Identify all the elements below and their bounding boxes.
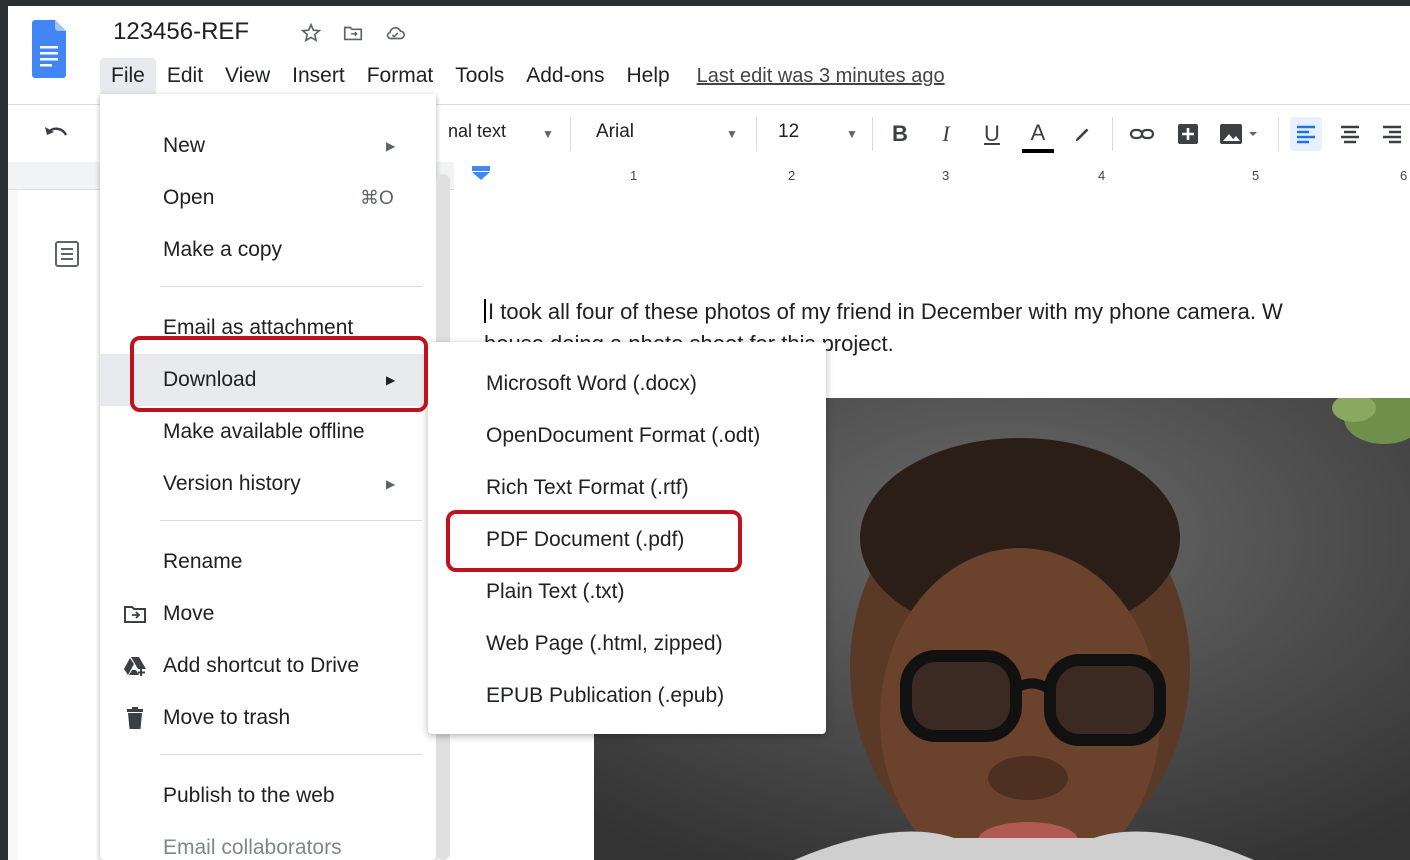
menu-view[interactable]: View [214, 58, 281, 94]
menu-addons[interactable]: Add-ons [515, 58, 615, 94]
cloud-status-icon[interactable] [384, 22, 406, 44]
menu-item-email-collaborators-label: Email collaborators [163, 836, 342, 859]
caret-down-icon: ▼ [726, 127, 738, 141]
download-html[interactable]: Web Page (.html, zipped) [428, 618, 826, 670]
toolbar-divider [1112, 117, 1113, 151]
toolbar-divider [872, 117, 873, 151]
menu-file[interactable]: File [100, 58, 156, 94]
menu-format[interactable]: Format [356, 58, 445, 94]
submenu-arrow-icon: ▶ [386, 477, 396, 491]
move-folder-icon [123, 602, 147, 626]
italic-button[interactable]: I [930, 117, 962, 151]
align-left-icon[interactable] [1290, 117, 1322, 151]
underline-button[interactable]: U [976, 117, 1008, 151]
insert-comment-icon[interactable] [1172, 117, 1204, 151]
menu-item-trash[interactable]: Move to trash [100, 694, 436, 742]
insert-image-icon[interactable] [1216, 117, 1266, 151]
bold-button[interactable]: B [884, 117, 916, 151]
font-family-select[interactable]: Arial [596, 121, 634, 143]
highlight-pen-icon[interactable] [1066, 117, 1098, 151]
text-cursor [484, 299, 486, 323]
menu-item-version-history[interactable]: Version history ▶ [100, 460, 436, 508]
download-docx[interactable]: Microsoft Word (.docx) [428, 358, 826, 410]
ruler-number: 6 [1400, 168, 1408, 183]
menu-divider [160, 520, 422, 521]
menu-bar: File Edit View Insert Format Tools Add-o… [100, 58, 945, 94]
document-title[interactable]: 123456-REF [113, 18, 249, 46]
trash-icon [123, 706, 147, 730]
menu-item-trash-label: Move to trash [163, 706, 291, 729]
open-shortcut: ⌘O [360, 187, 394, 209]
download-rtf[interactable]: Rich Text Format (.rtf) [428, 462, 826, 514]
pdf-highlight-box [446, 510, 742, 572]
file-menu: New ▶ Open ⌘O Make a copy Email as attac… [100, 94, 450, 860]
document-outline-icon[interactable] [54, 240, 80, 268]
download-rtf-label: Rich Text Format (.rtf) [486, 476, 689, 499]
menu-item-publish-label: Publish to the web [163, 784, 335, 807]
menu-edit[interactable]: Edit [156, 58, 214, 94]
star-icon[interactable] [300, 22, 322, 44]
ruler-number: 2 [788, 168, 796, 183]
align-center-icon[interactable] [1334, 117, 1366, 151]
menu-item-new[interactable]: New ▶ [100, 122, 436, 170]
menu-divider [160, 754, 422, 755]
left-gutter [8, 190, 18, 860]
menu-item-add-shortcut[interactable]: Add shortcut to Drive [100, 642, 436, 690]
ruler-page-area [454, 162, 1410, 190]
menu-item-make-copy[interactable]: Make a copy [100, 226, 436, 274]
ruler-number: 1 [630, 168, 638, 183]
menu-help[interactable]: Help [615, 58, 680, 94]
menu-item-move-label: Move [163, 602, 215, 625]
body-line-1: I took all four of these photos of my fr… [488, 299, 1283, 324]
menu-item-publish[interactable]: Publish to the web [100, 772, 436, 820]
ruler-number: 4 [1098, 168, 1106, 183]
menu-tools[interactable]: Tools [444, 58, 515, 94]
menu-item-new-label: New [163, 134, 206, 157]
google-docs-window: 123456-REF File Edit View Insert Format … [8, 6, 1410, 860]
download-html-label: Web Page (.html, zipped) [486, 632, 723, 655]
toolbar-divider [1278, 117, 1279, 151]
menu-item-email-collaborators[interactable]: Email collaborators [100, 824, 436, 860]
menu-item-open[interactable]: Open ⌘O [100, 174, 436, 222]
drive-shortcut-icon [123, 654, 147, 678]
menu-item-move[interactable]: Move [100, 590, 436, 638]
toolbar-divider [570, 117, 571, 151]
download-txt-label: Plain Text (.txt) [486, 580, 625, 603]
download-epub[interactable]: EPUB Publication (.epub) [428, 670, 826, 722]
undo-icon[interactable] [42, 123, 70, 145]
ruler-number: 5 [1252, 168, 1260, 183]
caret-down-icon: ▼ [542, 127, 554, 141]
ruler-number: 3 [942, 168, 950, 183]
menu-item-offline-label: Make available offline [163, 420, 365, 443]
text-color-button[interactable]: A [1022, 117, 1054, 153]
download-odt[interactable]: OpenDocument Format (.odt) [428, 410, 826, 462]
menu-item-offline[interactable]: Make available offline [100, 408, 436, 456]
paragraph-style-select[interactable]: nal text [448, 121, 506, 142]
toolbar-divider [756, 117, 757, 151]
download-txt[interactable]: Plain Text (.txt) [428, 566, 826, 618]
font-size-select[interactable]: 12 [778, 121, 799, 143]
menu-insert[interactable]: Insert [281, 58, 356, 94]
last-edit-link[interactable]: Last edit was 3 minutes ago [697, 65, 945, 88]
link-icon[interactable] [1126, 117, 1158, 151]
menu-item-rename[interactable]: Rename [100, 538, 436, 586]
download-epub-label: EPUB Publication (.epub) [486, 684, 725, 707]
download-odt-label: OpenDocument Format (.odt) [486, 424, 761, 447]
menu-item-version-history-label: Version history [163, 472, 301, 495]
submenu-arrow-icon: ▶ [386, 139, 396, 153]
indent-marker-icon[interactable] [472, 166, 490, 180]
menu-item-rename-label: Rename [163, 550, 243, 573]
docs-logo-icon[interactable] [32, 20, 66, 78]
menu-divider [160, 286, 422, 287]
menu-item-make-copy-label: Make a copy [163, 238, 283, 261]
download-docx-label: Microsoft Word (.docx) [486, 372, 697, 395]
download-highlight-box [130, 336, 428, 412]
menu-item-add-shortcut-label: Add shortcut to Drive [163, 654, 360, 677]
caret-down-icon: ▼ [846, 127, 858, 141]
move-folder-icon[interactable] [342, 22, 364, 44]
menu-item-open-label: Open [163, 186, 215, 209]
align-right-icon[interactable] [1376, 117, 1408, 151]
